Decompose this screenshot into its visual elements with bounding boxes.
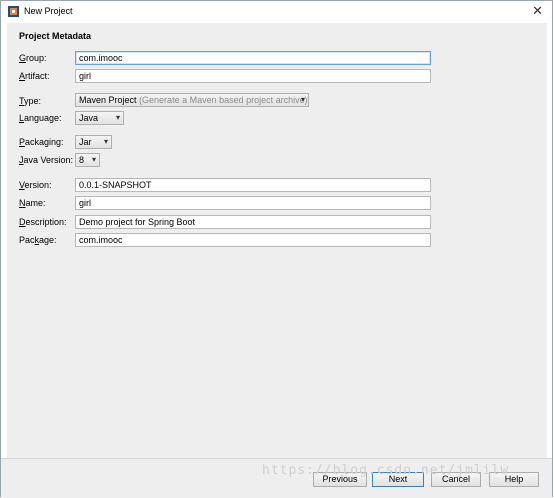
- language-label: Language:: [19, 113, 62, 123]
- packaging-select[interactable]: Jar ▾: [75, 135, 112, 149]
- java-version-select-value: 8: [79, 155, 85, 165]
- version-field[interactable]: 0.0.1-SNAPSHOT: [75, 178, 431, 192]
- name-field[interactable]: girl: [75, 196, 431, 210]
- type-select-hint: (Generate a Maven based project archive): [139, 95, 308, 105]
- button-bar: Previous Next Cancel Help: [1, 458, 552, 498]
- artifact-field[interactable]: girl: [75, 69, 431, 83]
- type-select-value: Maven Project: [79, 95, 137, 105]
- chevron-down-icon: ▾: [300, 95, 305, 104]
- help-button[interactable]: Help: [489, 472, 539, 487]
- form-panel: Project Metadata Group: com.imooc Artifa…: [7, 23, 547, 458]
- chevron-down-icon: ▾: [91, 155, 96, 164]
- new-project-dialog: New Project ✕ Project Metadata Group: co…: [0, 0, 553, 498]
- packaging-label: Packaging:: [19, 137, 64, 147]
- title-bar: New Project ✕: [1, 1, 552, 23]
- package-field[interactable]: com.imooc: [75, 233, 431, 247]
- netbeans-icon: [8, 6, 19, 17]
- group-field[interactable]: com.imooc: [75, 51, 431, 65]
- version-label: Version:: [19, 180, 52, 190]
- chevron-down-icon: ▾: [115, 113, 120, 122]
- language-select[interactable]: Java ▾: [75, 111, 124, 125]
- type-select[interactable]: Maven Project (Generate a Maven based pr…: [75, 93, 309, 107]
- description-label: Description:: [19, 217, 67, 227]
- group-label: Group:: [19, 53, 47, 63]
- next-button[interactable]: Next: [372, 472, 424, 487]
- previous-button[interactable]: Previous: [313, 472, 367, 487]
- footer-divider: [1, 458, 552, 459]
- description-field[interactable]: Demo project for Spring Boot: [75, 215, 431, 229]
- close-icon[interactable]: ✕: [532, 3, 543, 19]
- name-label: Name:: [19, 198, 46, 208]
- type-label: Type:: [19, 96, 42, 106]
- language-select-value: Java: [79, 113, 99, 123]
- window-title: New Project: [24, 6, 73, 16]
- chevron-down-icon: ▾: [103, 137, 108, 146]
- section-title: Project Metadata: [19, 31, 92, 41]
- cancel-button[interactable]: Cancel: [431, 472, 481, 487]
- java-version-label: Java Version:: [19, 155, 74, 165]
- package-label: Package:: [19, 235, 57, 245]
- java-version-select[interactable]: 8 ▾: [75, 153, 100, 167]
- packaging-select-value: Jar: [79, 137, 92, 147]
- artifact-label: Artifact:: [19, 71, 50, 81]
